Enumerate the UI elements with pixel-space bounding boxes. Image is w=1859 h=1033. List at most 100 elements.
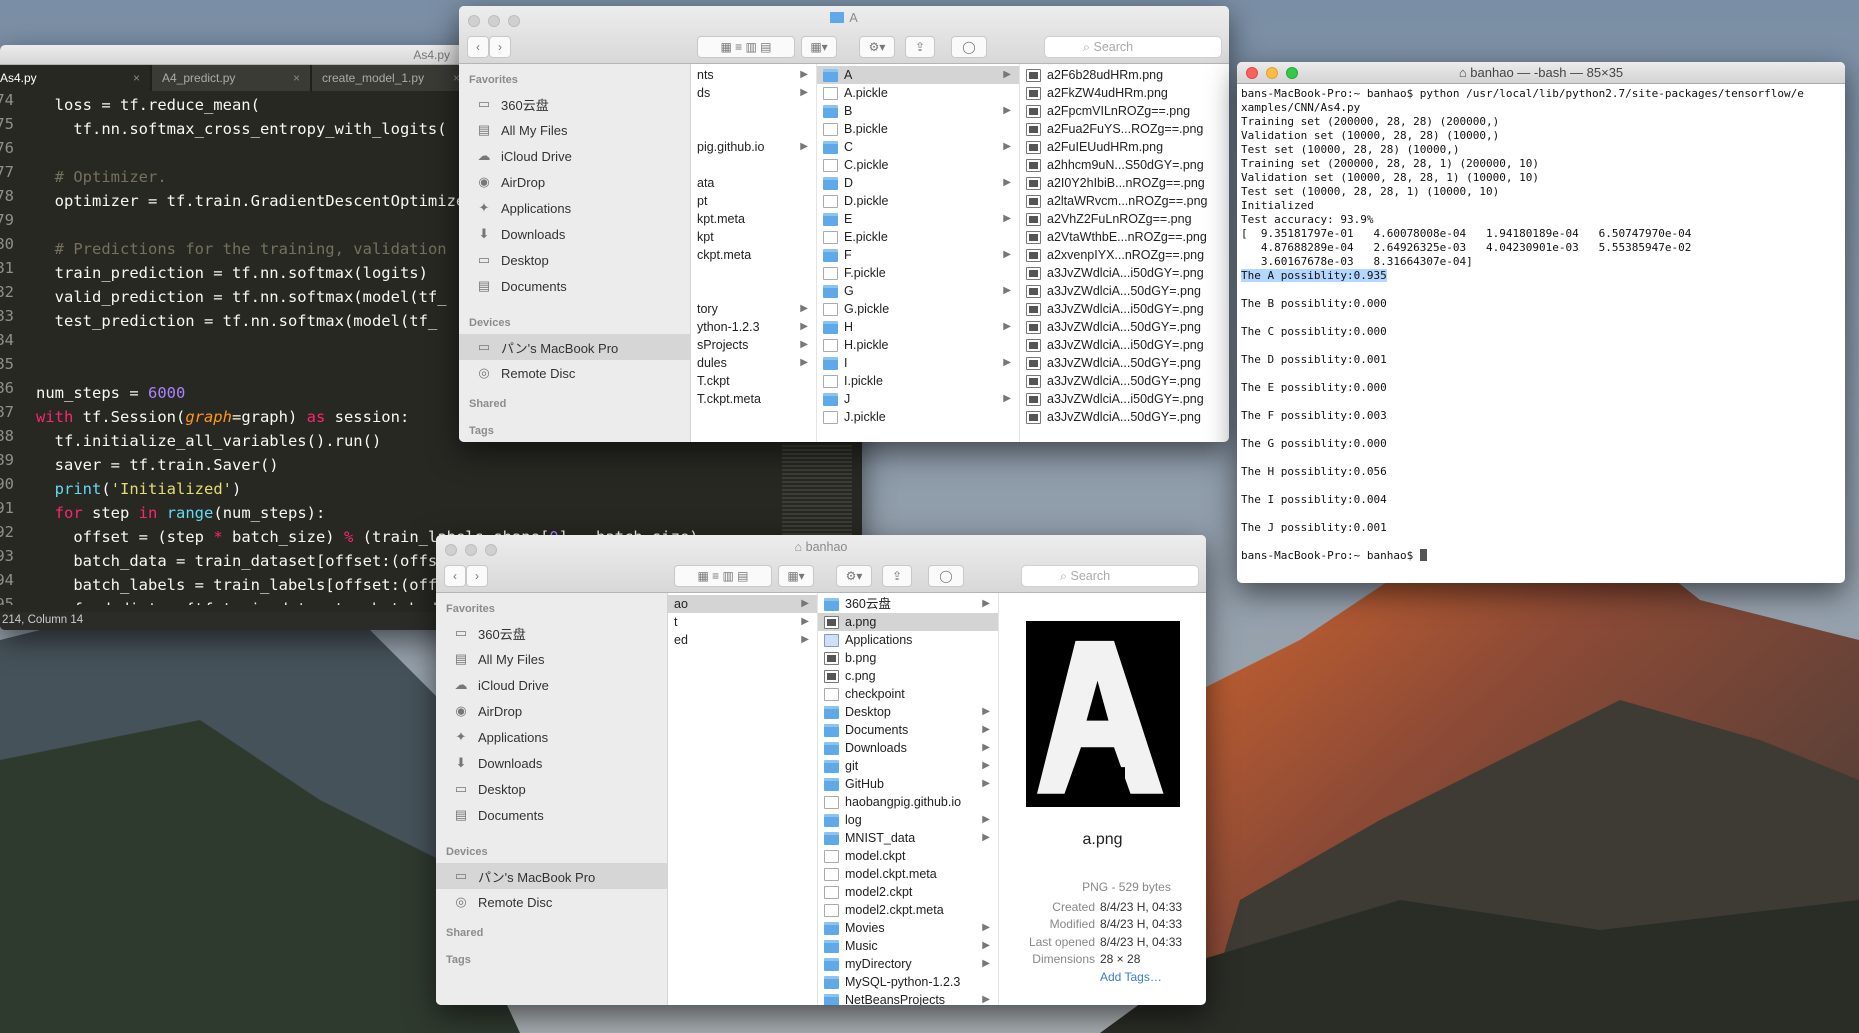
arrange-button[interactable]: ▦▾ (778, 565, 814, 587)
list-item[interactable]: Downloads ▶ (818, 739, 998, 757)
list-item[interactable]: J ▶ (817, 390, 1019, 408)
list-item[interactable]: J.pickle (817, 408, 1019, 426)
list-item[interactable] (691, 102, 816, 120)
list-item[interactable]: a3JvZWdlciA...i50dGY=.png (1020, 264, 1229, 282)
list-item[interactable]: a3JvZWdlciA...50dGY=.png (1020, 408, 1229, 426)
sidebar-item-6[interactable]: ▭ Desktop (459, 247, 690, 273)
sidebar-item-2[interactable]: ☁ iCloud Drive (436, 672, 667, 698)
list-item[interactable]: ython-1.2.3 ▶ (691, 318, 816, 336)
list-item[interactable]: E ▶ (817, 210, 1019, 228)
forward-button[interactable]: › (466, 565, 488, 587)
list-item[interactable]: a3JvZWdlciA...50dGY=.png (1020, 282, 1229, 300)
list-item[interactable]: tory ▶ (691, 300, 816, 318)
list-item[interactable]: Movies ▶ (818, 919, 998, 937)
list-item[interactable]: C.pickle (817, 156, 1019, 174)
list-item[interactable]: F.pickle (817, 264, 1019, 282)
back-button[interactable]: ‹ (467, 36, 489, 58)
list-item[interactable]: C ▶ (817, 138, 1019, 156)
list-item[interactable] (691, 282, 816, 300)
sidebar-device-0[interactable]: ▭ パン's MacBook Pro (459, 334, 690, 360)
close-button[interactable] (1246, 67, 1258, 79)
list-item[interactable]: A.pickle (817, 84, 1019, 102)
add-tags-link[interactable]: Add Tags… (1100, 970, 1162, 984)
list-item[interactable]: a2xvenpIYX...nROZg==.png (1020, 246, 1229, 264)
list-item[interactable]: a3JvZWdlciA...i50dGY=.png (1020, 336, 1229, 354)
list-item[interactable]: ata (691, 174, 816, 192)
forward-button[interactable]: › (489, 36, 511, 58)
list-item[interactable]: model.ckpt.meta (818, 865, 998, 883)
sidebar-item-1[interactable]: ▤ All My Files (459, 117, 690, 143)
sidebar-item-0[interactable]: ▭ 360云盘 (436, 620, 667, 646)
list-item[interactable]: a2hhcm9uN...S50dGY=.png (1020, 156, 1229, 174)
list-item[interactable]: a3JvZWdlciA...50dGY=.png (1020, 318, 1229, 336)
list-item[interactable]: a2I0Y2hIbiB...nROZg==.png (1020, 174, 1229, 192)
list-item[interactable]: I ▶ (817, 354, 1019, 372)
list-item[interactable]: I.pickle (817, 372, 1019, 390)
tag-button[interactable]: ◯ (951, 36, 987, 58)
sidebar-item-4[interactable]: ✦ Applications (459, 195, 690, 221)
list-item[interactable]: NetBeansProjects ▶ (818, 991, 998, 1005)
list-item[interactable]: nts ▶ (691, 66, 816, 84)
sidebar-item-5[interactable]: ⬇ Downloads (459, 221, 690, 247)
list-item[interactable]: a.png (818, 613, 998, 631)
list-item[interactable] (691, 120, 816, 138)
list-item[interactable]: dules ▶ (691, 354, 816, 372)
list-item[interactable] (691, 426, 816, 442)
sidebar-item-4[interactable]: ✦ Applications (436, 724, 667, 750)
list-item[interactable]: sProjects ▶ (691, 336, 816, 354)
list-item[interactable]: A ▶ (817, 66, 1019, 84)
list-item[interactable]: a2ltaWRvcm...nROZg==.png (1020, 192, 1229, 210)
list-item[interactable]: T.ckpt.meta (691, 390, 816, 408)
list-item[interactable]: B.pickle (817, 120, 1019, 138)
list-item[interactable]: kpt.meta (691, 210, 816, 228)
list-item[interactable]: F ▶ (817, 246, 1019, 264)
list-item[interactable]: a3JvZWdlciA...50dGY=.png (1020, 354, 1229, 372)
list-item[interactable]: ed ▶ (668, 631, 817, 649)
finder-column-1[interactable]: ao ▶ t ▶ ed ▶ (668, 593, 818, 1005)
list-item[interactable]: kpt (691, 228, 816, 246)
list-item[interactable]: G.pickle (817, 300, 1019, 318)
sidebar-device-0[interactable]: ▭ パン's MacBook Pro (436, 863, 667, 889)
tag-button[interactable]: ◯ (928, 565, 964, 587)
sidebar-item-3[interactable]: ◉ AirDrop (436, 698, 667, 724)
tab-as4[interactable]: As4.py × (0, 65, 150, 91)
list-item[interactable]: a2Fua2FuYS...ROZg==.png (1020, 120, 1229, 138)
finder-column-3[interactable]: a2F6b28udHRm.png a2FkZW4udHRm.png a2FpcmVI… (1020, 64, 1229, 442)
list-item[interactable]: a2FkZW4udHRm.png (1020, 84, 1229, 102)
terminal-output[interactable]: bans-MacBook-Pro:~ banhao$ python /usr/l… (1237, 84, 1845, 563)
list-item[interactable]: MySQL-python-1.2.3 (818, 973, 998, 991)
tab-create-model[interactable]: create_model_1.py × (312, 65, 470, 91)
list-item[interactable]: T.ckpt (691, 372, 816, 390)
view-mode-buttons[interactable]: ▦ ≡ ▥ ▤ (697, 36, 795, 58)
share-button[interactable]: ⇪ (882, 565, 912, 587)
sidebar-item-0[interactable]: ▭ 360云盘 (459, 91, 690, 117)
list-item[interactable]: model2.ckpt (818, 883, 998, 901)
minimize-button[interactable] (1266, 67, 1278, 79)
list-item[interactable]: checkpoint (818, 685, 998, 703)
list-item[interactable]: H.pickle (817, 336, 1019, 354)
sidebar-item-2[interactable]: ☁ iCloud Drive (459, 143, 690, 169)
list-item[interactable] (691, 264, 816, 282)
list-item[interactable]: b.png (818, 649, 998, 667)
sidebar-item-5[interactable]: ⬇ Downloads (436, 750, 667, 776)
close-icon[interactable]: × (133, 65, 140, 91)
list-item[interactable]: a2FpcmVILnROZg==.png (1020, 102, 1229, 120)
list-item[interactable]: a3JvZWdlciA...i50dGY=.png (1020, 390, 1229, 408)
list-item[interactable]: git ▶ (818, 757, 998, 775)
list-item[interactable]: c.png (818, 667, 998, 685)
list-item[interactable]: D.pickle (817, 192, 1019, 210)
list-item[interactable]: log ▶ (818, 811, 998, 829)
sidebar-device-1[interactable]: ◎ Remote Disc (459, 360, 690, 386)
list-item[interactable]: G ▶ (817, 282, 1019, 300)
list-item[interactable]: GitHub ▶ (818, 775, 998, 793)
list-item[interactable]: pt (691, 192, 816, 210)
action-gear-button[interactable]: ⚙▾ (859, 36, 895, 58)
list-item[interactable]: haobangpig.github.io (818, 793, 998, 811)
view-mode-buttons[interactable]: ▦ ≡ ▥ ▤ (674, 565, 772, 587)
list-item[interactable] (691, 408, 816, 426)
sidebar-item-7[interactable]: ▤ Documents (436, 802, 667, 828)
finder-column-2[interactable]: 360云盘 ▶ a.png Applications b.png c.png checkpo… (818, 593, 999, 1005)
tab-a4-predict[interactable]: A4_predict.py × (152, 65, 310, 91)
list-item[interactable]: ckpt.meta (691, 246, 816, 264)
list-item[interactable]: ao ▶ (668, 595, 817, 613)
